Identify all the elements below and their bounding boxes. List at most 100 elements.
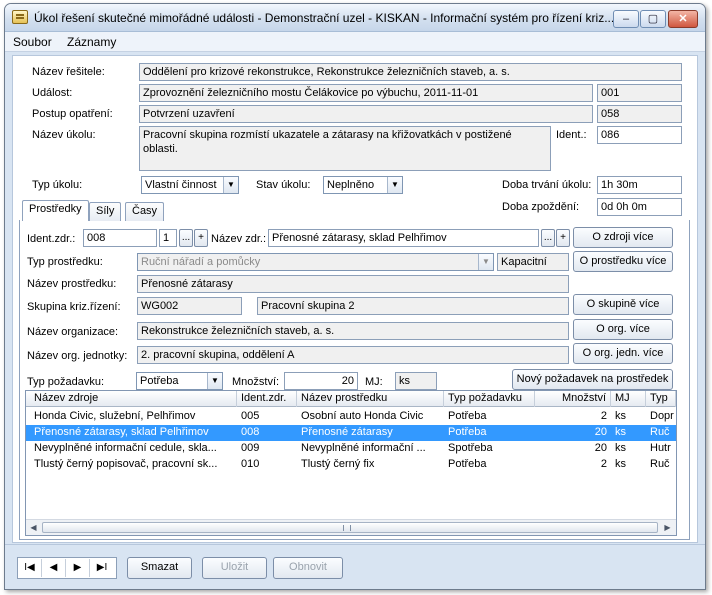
table-cell: ks (615, 410, 626, 422)
table-cell: 2 (600, 458, 607, 470)
first-record-icon[interactable]: I◀ (18, 559, 42, 577)
organizace-label: Název organizace: (27, 326, 119, 338)
organizace-field: Rekonstrukce železničních staveb, a. s. (137, 322, 569, 340)
ident-zdr-num-field[interactable]: 1 (159, 229, 177, 247)
typ-pozadavku-label: Typ požadavku: (27, 376, 105, 388)
table-cell: Osobní auto Honda Civic (301, 410, 424, 422)
smazat-button[interactable]: Smazat (127, 557, 192, 579)
obnovit-button[interactable]: Obnovit (273, 557, 343, 579)
udalost-label: Událost: (32, 87, 73, 99)
typ-prostredku-label: Typ prostředku: (27, 256, 103, 268)
udalost-field: Zprovoznění železničního mostu Čelákovic… (139, 84, 593, 102)
table-cell: 2 (600, 410, 607, 422)
chevron-down-icon: ▼ (387, 177, 402, 193)
mj-field: ks (395, 372, 437, 390)
menu-zaznamy[interactable]: Záznamy (67, 35, 116, 49)
column-header[interactable]: Ident.zdr. (237, 391, 297, 407)
nazev-zdr-label: Název zdr.: (211, 233, 267, 245)
udalost-code-field: 001 (597, 84, 682, 102)
table-cell: Potřeba (448, 410, 487, 422)
ulozit-button[interactable]: Uložit (202, 557, 267, 579)
menu-bar: Soubor Záznamy (5, 32, 705, 52)
prev-record-icon[interactable]: ◀ (42, 559, 66, 577)
table-cell: 20 (594, 442, 607, 454)
doba-trvani-label: Doba trvání úkolu: (502, 179, 592, 191)
column-header[interactable]: Název prostředku (297, 391, 444, 407)
doba-zpozdeni-field[interactable]: 0d 0h 0m (597, 198, 682, 216)
table-cell: Ruč (650, 426, 670, 438)
doba-trvani-field[interactable]: 1h 30m (597, 176, 682, 194)
table-cell: Potřeba (448, 458, 487, 470)
column-header[interactable]: Typ požadavku (444, 391, 535, 407)
novy-pozadavek-button[interactable]: Nový požadavek na prostředek (512, 369, 673, 390)
table-row[interactable]: Přenosné zátarasy, sklad Pelhřimov 008 Pře… (26, 425, 676, 441)
nazev-zdr-dots-button[interactable]: ... (541, 229, 555, 247)
close-button[interactable]: ✕ (668, 10, 698, 28)
title-bar: Úkol řešení skutečné mimořádné události … (5, 4, 705, 32)
skupina-code-field: WG002 (137, 297, 242, 315)
typ-prostredku-value: Ruční nářadí a pomůcky (141, 256, 261, 268)
table-cell: Dopr (650, 410, 674, 422)
column-header[interactable]: Název zdroje (26, 391, 237, 407)
o-zdroji-button[interactable]: O zdroji více (573, 227, 673, 248)
nazev-zdr-field[interactable]: Přenosné zátarasy, sklad Pelhřimov (268, 229, 539, 247)
tab-casy[interactable]: Časy (125, 202, 165, 221)
o-prostredku-button[interactable]: O prostředku více (573, 251, 673, 272)
last-record-icon[interactable]: ▶I (90, 559, 114, 577)
doba-zpozdeni-label: Doba zpoždění: (502, 201, 580, 213)
table-row[interactable]: Honda Civic, služební, Pelhřimov 005 Osobn… (26, 409, 676, 425)
ukol-field: Pracovní skupina rozmístí ukazatele a zá… (139, 126, 551, 171)
window-title: Úkol řešení skutečné mimořádné události … (34, 11, 615, 25)
mj-label: MJ: (365, 376, 383, 388)
scroll-right-icon[interactable]: ▶ (660, 521, 675, 534)
kapacitni-field: Kapacitní (497, 253, 569, 271)
scroll-left-icon[interactable]: ◀ (26, 521, 41, 534)
nazev-prostredku-field: Přenosné zátarasy (137, 275, 569, 293)
column-header[interactable]: Typ (646, 391, 676, 407)
column-header[interactable]: MJ (611, 391, 646, 407)
ident-field[interactable]: 086 (597, 126, 682, 144)
tab-prostredky[interactable]: Prostředky (22, 200, 89, 221)
menu-soubor[interactable]: Soubor (13, 35, 52, 49)
table-row[interactable]: Nevyplněné informační cedule, skla... 009… (26, 441, 676, 457)
stav-ukolu-select[interactable]: Neplněno ▼ (323, 176, 403, 194)
table-cell: Přenosné zátarasy, sklad Pelhřimov (34, 426, 209, 438)
ident-zdr-field[interactable]: 008 (83, 229, 157, 247)
typ-ukolu-select[interactable]: Vlastní činnost ▼ (141, 176, 239, 194)
o-org-button[interactable]: O org. více (573, 319, 673, 340)
table-cell: Ruč (650, 458, 670, 470)
tab-sily[interactable]: Síly (89, 202, 122, 221)
typ-prostredku-select: Ruční nářadí a pomůcky ▼ (137, 253, 494, 271)
skupina-label: Skupina kriz.řízení: (27, 301, 121, 313)
next-record-icon[interactable]: ▶ (66, 559, 90, 577)
table-cell: Nevyplněné informační cedule, skla... (34, 442, 217, 454)
scroll-thumb[interactable] (42, 522, 658, 533)
nazev-zdr-plus-button[interactable]: + (556, 229, 570, 247)
column-header[interactable]: Množství (535, 391, 611, 407)
stav-ukolu-label: Stav úkolu: (256, 179, 311, 191)
table-cell: 008 (241, 426, 260, 438)
table-cell: 005 (241, 410, 260, 422)
chevron-down-icon: ▼ (223, 177, 238, 193)
chevron-down-icon: ▼ (478, 254, 493, 270)
minimize-button[interactable]: – (613, 10, 639, 28)
maximize-button[interactable]: ▢ (640, 10, 666, 28)
horizontal-scrollbar[interactable]: ◀ ▶ (26, 519, 676, 535)
table-cell: Přenosné zátarasy (301, 426, 393, 438)
ident-zdr-dots-button[interactable]: ... (179, 229, 193, 247)
app-icon (12, 10, 28, 24)
resitel-field: Oddělení pro krizové rekonstrukce, Rekon… (139, 63, 682, 81)
table-cell: Tlustý černý popisovač, pracovní sk... (34, 458, 218, 470)
table-cell: Hutr (650, 442, 671, 454)
o-org-jedn-button[interactable]: O org. jedn. více (573, 343, 673, 364)
o-skupine-button[interactable]: O skupině více (573, 294, 673, 315)
table-cell: Spotřeba (448, 442, 493, 454)
mnozstvi-field[interactable]: 20 (284, 372, 358, 390)
table-cell: ks (615, 442, 626, 454)
typ-pozadavku-select[interactable]: Potřeba ▼ (136, 372, 223, 390)
ident-zdr-plus-button[interactable]: + (194, 229, 208, 247)
ident-zdr-label: Ident.zdr.: (27, 233, 76, 245)
table-row[interactable]: Tlustý černý popisovač, pracovní sk... 01… (26, 457, 676, 473)
org-jednotky-label: Název org. jednotky: (27, 350, 128, 362)
table-cell: 009 (241, 442, 260, 454)
